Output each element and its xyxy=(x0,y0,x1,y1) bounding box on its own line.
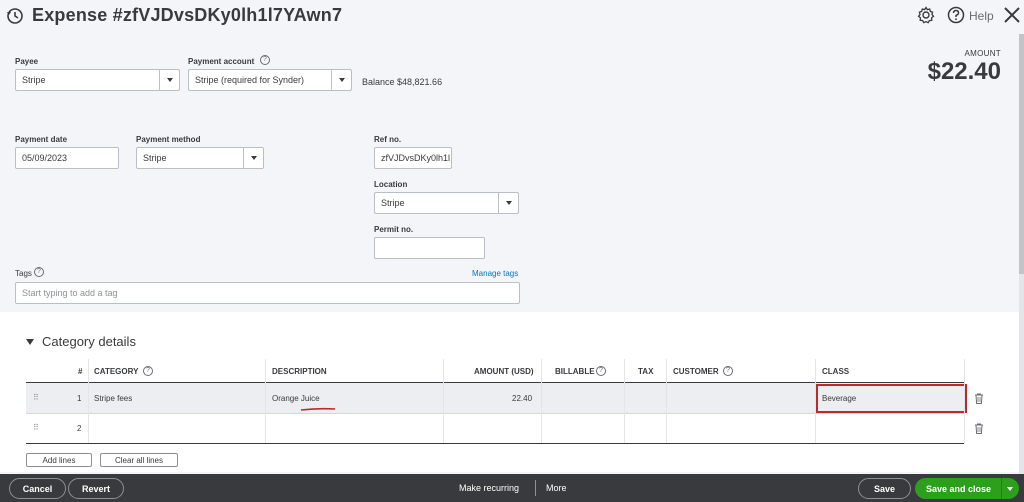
tags-placeholder: Start typing to add a tag xyxy=(22,288,118,298)
revert-button[interactable]: Revert xyxy=(68,478,124,499)
payment-date-value: 05/09/2023 xyxy=(22,153,68,163)
save-and-close-button[interactable]: Save and close xyxy=(915,478,1019,499)
ref-no-input[interactable]: zfVJDvsDKy0lh1l xyxy=(374,147,452,169)
col-separator xyxy=(666,359,667,443)
payment-account-select[interactable]: Stripe (required for Synder) xyxy=(188,69,352,91)
category-details-section: Category details # CATEGORY ? DESCRIPTIO… xyxy=(0,312,1019,472)
cancel-button[interactable]: Cancel xyxy=(9,478,66,499)
col-separator xyxy=(815,359,816,443)
category-details-title: Category details xyxy=(42,334,136,349)
make-recurring-link[interactable]: Make recurring xyxy=(459,483,519,493)
help-circle-icon[interactable]: ? xyxy=(260,55,270,65)
permit-no-input[interactable] xyxy=(374,237,485,259)
caret-down-icon xyxy=(26,338,34,345)
tags-input[interactable]: Start typing to add a tag xyxy=(15,282,520,304)
location-label: Location xyxy=(374,180,408,189)
tags-label: Tags xyxy=(15,269,32,278)
close-icon[interactable] xyxy=(1003,6,1021,24)
footer-bar: Cancel Revert Make recurring More Save S… xyxy=(0,474,1024,502)
col-header-category: CATEGORY xyxy=(94,367,139,376)
chevron-down-icon[interactable] xyxy=(159,70,179,90)
category-details-toggle[interactable]: Category details xyxy=(26,334,136,349)
manage-tags-link[interactable]: Manage tags xyxy=(472,269,518,278)
page-title: Expense #zfVJDvsDKy0lh1l7YAwn7 xyxy=(32,5,343,25)
location-select[interactable]: Stripe xyxy=(374,192,519,214)
col-header-amount: AMOUNT (USD) xyxy=(474,367,534,376)
red-underline-annotation xyxy=(300,407,336,411)
col-separator xyxy=(541,359,542,443)
ref-no-label: Ref no. xyxy=(374,135,402,144)
drag-handle-icon[interactable]: ⠿ xyxy=(33,424,41,432)
row-amount[interactable]: 22.40 xyxy=(512,394,532,403)
ref-no-value: zfVJDvsDKy0lh1l xyxy=(381,153,451,163)
scrollbar-thumb[interactable] xyxy=(1019,34,1024,274)
location-value: Stripe xyxy=(381,198,405,208)
help-circle-icon[interactable]: ? xyxy=(34,267,44,277)
col-header-customer: CUSTOMER xyxy=(673,367,719,376)
col-header-tax: TAX xyxy=(638,367,654,376)
row-description[interactable]: Orange Juice xyxy=(272,394,320,403)
row-number: 1 xyxy=(77,394,82,403)
add-lines-button[interactable]: Add lines xyxy=(26,453,92,467)
footer-divider xyxy=(535,480,536,496)
trash-icon[interactable] xyxy=(974,393,984,404)
payment-method-value: Stripe xyxy=(143,153,167,163)
split-divider xyxy=(1001,478,1002,499)
history-icon[interactable] xyxy=(6,7,24,25)
col-header-billable: BILLABLE xyxy=(555,367,595,376)
trash-icon[interactable] xyxy=(974,423,984,434)
chevron-down-icon[interactable] xyxy=(1007,487,1013,491)
payee-select[interactable]: Stripe xyxy=(15,69,180,91)
header-bar: Expense #zfVJDvsDKy0lh1l7YAwn7 Help xyxy=(0,0,1024,34)
help-circle-icon[interactable]: ? xyxy=(596,366,606,376)
more-link[interactable]: More xyxy=(546,483,567,493)
row-divider xyxy=(26,413,964,414)
col-separator xyxy=(443,359,444,443)
permit-no-label: Permit no. xyxy=(374,225,414,234)
payment-method-select[interactable]: Stripe xyxy=(136,147,264,169)
col-header-class: CLASS xyxy=(822,367,850,376)
drag-handle-icon[interactable]: ⠿ xyxy=(33,394,41,402)
class-highlight-annotation xyxy=(816,384,967,413)
account-balance: Balance $48,821.66 xyxy=(362,77,443,87)
table-bottom-divider xyxy=(26,443,964,444)
col-separator xyxy=(88,359,89,443)
row-number: 2 xyxy=(77,424,82,433)
chevron-down-icon[interactable] xyxy=(331,70,351,90)
payee-label: Payee xyxy=(15,57,39,66)
col-header-num: # xyxy=(78,367,83,376)
payee-value: Stripe xyxy=(22,75,46,85)
amount-total: $22.40 xyxy=(927,58,1001,85)
col-separator xyxy=(265,359,266,443)
gear-icon[interactable] xyxy=(917,6,935,24)
col-separator xyxy=(624,359,625,443)
chevron-down-icon[interactable] xyxy=(243,148,263,168)
help-circle-icon[interactable]: ? xyxy=(143,366,153,376)
help-link[interactable]: Help xyxy=(969,9,994,23)
save-and-close-label: Save and close xyxy=(926,484,992,494)
scrollbar[interactable] xyxy=(1019,34,1024,474)
col-header-description: DESCRIPTION xyxy=(272,367,327,376)
payment-method-label: Payment method xyxy=(136,135,201,144)
payment-date-input[interactable]: 05/09/2023 xyxy=(15,147,119,169)
amount-label: AMOUNT xyxy=(964,49,1001,58)
payment-account-value: Stripe (required for Synder) xyxy=(195,75,305,85)
clear-all-lines-button[interactable]: Clear all lines xyxy=(100,453,178,467)
row-category[interactable]: Stripe fees xyxy=(94,394,132,403)
payment-date-label: Payment date xyxy=(15,135,68,144)
help-icon[interactable] xyxy=(947,6,965,24)
help-circle-icon[interactable]: ? xyxy=(723,366,733,376)
col-separator xyxy=(964,359,965,443)
save-button[interactable]: Save xyxy=(858,478,911,499)
chevron-down-icon[interactable] xyxy=(498,193,518,213)
payment-account-label: Payment account xyxy=(188,57,255,66)
